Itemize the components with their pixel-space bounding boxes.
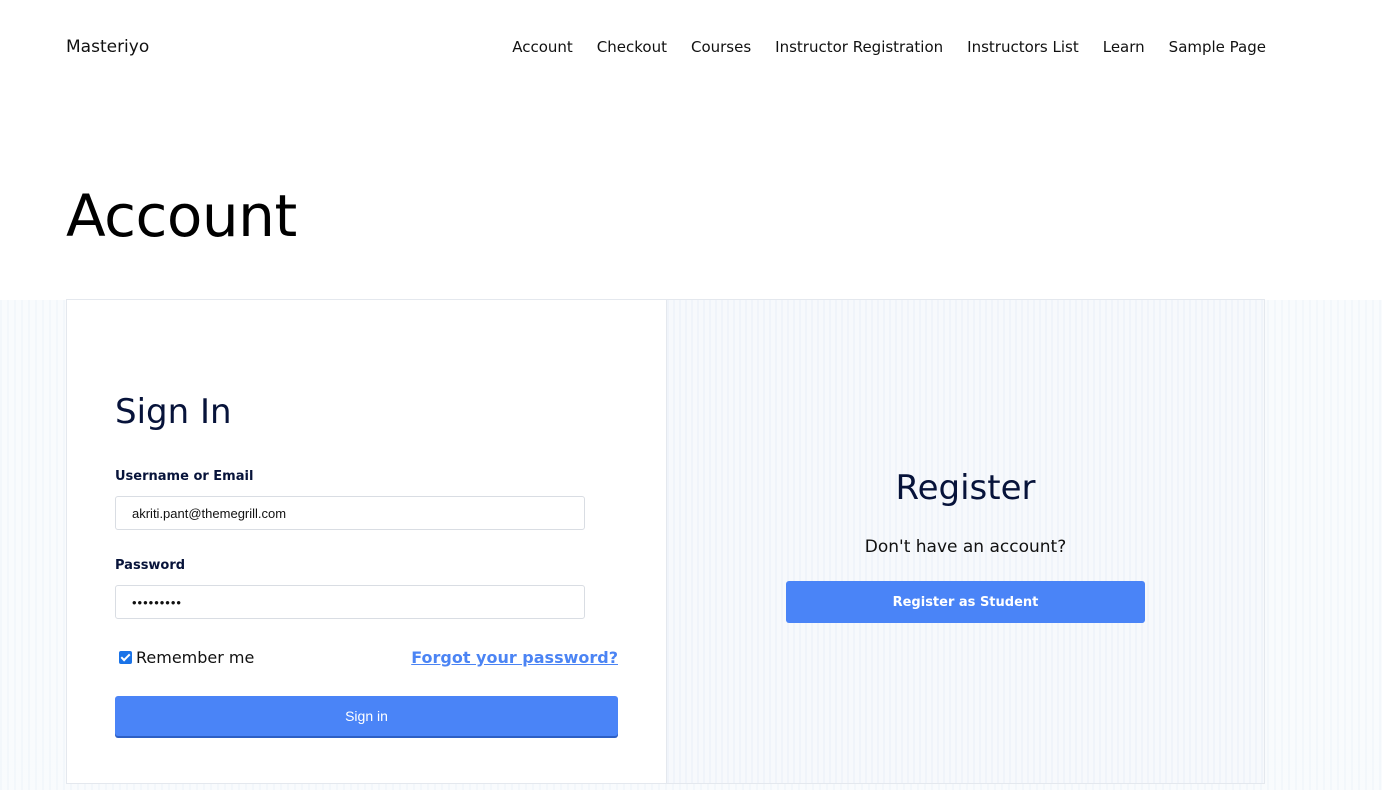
register-panel: Register Don't have an account? Register… (667, 300, 1264, 783)
register-as-student-button[interactable]: Register as Student (786, 581, 1145, 623)
register-heading: Register (895, 468, 1036, 508)
username-label: Username or Email (115, 469, 254, 484)
nav-item-learn[interactable]: Learn (1103, 38, 1145, 56)
site-header: Masteriyo Account Checkout Courses Instr… (0, 0, 1382, 100)
signin-heading: Sign In (115, 392, 232, 432)
nav-item-sample-page[interactable]: Sample Page (1169, 38, 1266, 56)
remember-me-row: Remember me (119, 648, 254, 667)
main-navigation: Account Checkout Courses Instructor Regi… (512, 38, 1266, 56)
nav-item-instructor-registration[interactable]: Instructor Registration (775, 38, 943, 56)
account-card: Sign In Username or Email Password Remem… (66, 299, 1265, 784)
remember-me-checkbox[interactable] (119, 651, 132, 664)
nav-item-checkout[interactable]: Checkout (597, 38, 667, 56)
password-input[interactable] (115, 585, 585, 619)
nav-item-courses[interactable]: Courses (691, 38, 751, 56)
nav-item-account[interactable]: Account (512, 38, 573, 56)
site-title-link[interactable]: Masteriyo (66, 37, 149, 57)
remember-me-label[interactable]: Remember me (136, 648, 254, 667)
register-prompt: Don't have an account? (864, 537, 1067, 557)
signin-button[interactable]: Sign in (115, 696, 618, 736)
nav-item-instructors-list[interactable]: Instructors List (967, 38, 1079, 56)
password-label: Password (115, 558, 186, 573)
signin-panel: Sign In Username or Email Password Remem… (67, 300, 667, 783)
forgot-password-link[interactable]: Forgot your password? (411, 648, 618, 667)
page-title: Account (66, 182, 297, 250)
username-input[interactable] (115, 496, 585, 530)
